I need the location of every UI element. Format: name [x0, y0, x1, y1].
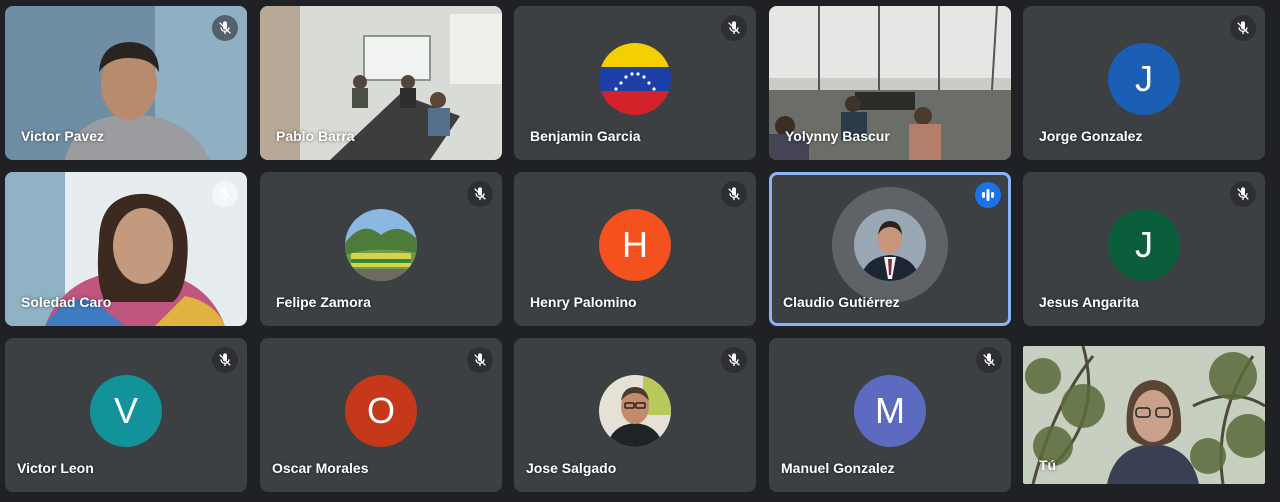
mic-off-icon — [212, 15, 238, 41]
participant-video — [1023, 346, 1265, 484]
mic-off-icon — [212, 181, 238, 207]
initial-avatar: J — [1108, 43, 1180, 115]
participant-name: Jorge Gonzalez — [1039, 128, 1143, 144]
participant-name: Tú — [1039, 457, 1057, 473]
mic-off-icon — [1230, 15, 1256, 41]
participant-name: Soledad Caro — [21, 294, 112, 310]
profile-photo-avatar — [854, 209, 926, 281]
mic-off-icon — [976, 347, 1002, 373]
participant-tile-claudio-gutierrez[interactable]: Claudio Gutiérrez — [769, 172, 1011, 326]
participant-tile-soledad-caro[interactable]: Soledad Caro — [5, 172, 247, 326]
audio-level-icon — [975, 182, 1001, 208]
participant-tile-oscar-morales[interactable]: O Oscar Morales — [260, 338, 502, 492]
participant-name: Manuel Gonzalez — [781, 460, 895, 476]
participant-tile-henry-palomino[interactable]: H Henry Palomino — [514, 172, 756, 326]
participant-tile-pablo-barra[interactable]: Pablo Barra — [260, 6, 502, 160]
mic-off-icon — [721, 15, 747, 41]
participant-tile-victor-leon[interactable]: V Victor Leon — [5, 338, 247, 492]
participant-tile-yolynny-bascur[interactable]: Yolynny Bascur — [769, 6, 1011, 160]
mic-off-icon — [721, 347, 747, 373]
venezuela-flag-avatar — [599, 43, 671, 115]
participant-name: Jesus Angarita — [1039, 294, 1139, 310]
initial-avatar: V — [90, 375, 162, 447]
participant-name: Felipe Zamora — [276, 294, 371, 310]
participant-tile-manuel-gonzalez[interactable]: M Manuel Gonzalez — [769, 338, 1011, 492]
initial-avatar: J — [1108, 209, 1180, 281]
participant-tile-self[interactable]: Tú — [1023, 346, 1265, 484]
participant-tile-jose-salgado[interactable]: Jose Salgado — [514, 338, 756, 492]
profile-photo-avatar — [599, 375, 671, 447]
mic-off-icon — [467, 181, 493, 207]
meeting-grid: Victor Pavez Pablo Barra Benjamin Garcia… — [0, 0, 1280, 502]
participant-name: Oscar Morales — [272, 460, 369, 476]
participant-tile-jorge-gonzalez[interactable]: J Jorge Gonzalez — [1023, 6, 1265, 160]
mic-off-icon — [1230, 181, 1256, 207]
initial-avatar: H — [599, 209, 671, 281]
participant-tile-benjamin-garcia[interactable]: Benjamin Garcia — [514, 6, 756, 160]
participant-name: Henry Palomino — [530, 294, 637, 310]
mic-off-icon — [212, 347, 238, 373]
initial-avatar: M — [854, 375, 926, 447]
profile-photo-avatar — [345, 209, 417, 281]
participant-tile-victor-pavez[interactable]: Victor Pavez — [5, 6, 247, 160]
participant-name: Jose Salgado — [526, 460, 617, 476]
participant-name: Benjamin Garcia — [530, 128, 641, 144]
participant-tile-jesus-angarita[interactable]: J Jesus Angarita — [1023, 172, 1265, 326]
participant-name: Pablo Barra — [276, 128, 355, 144]
participant-tile-felipe-zamora[interactable]: Felipe Zamora — [260, 172, 502, 326]
mic-off-icon — [721, 181, 747, 207]
participant-name: Victor Leon — [17, 460, 94, 476]
initial-avatar: O — [345, 375, 417, 447]
mic-off-icon — [467, 347, 493, 373]
participant-name: Yolynny Bascur — [785, 128, 890, 144]
participant-name: Claudio Gutiérrez — [783, 294, 900, 310]
participant-name: Victor Pavez — [21, 128, 105, 144]
